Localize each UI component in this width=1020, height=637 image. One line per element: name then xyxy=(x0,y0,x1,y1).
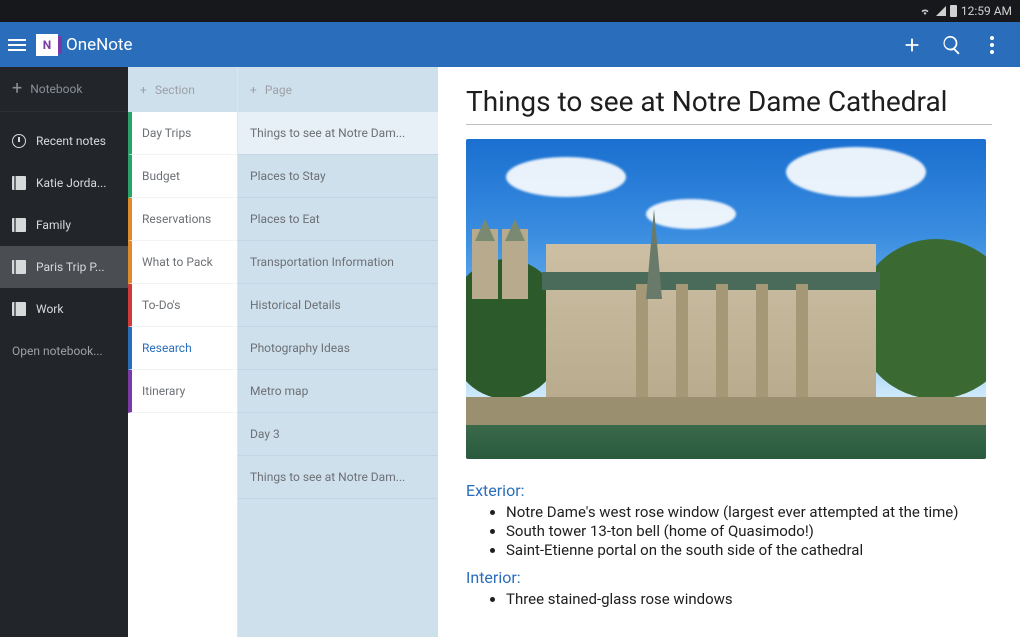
page-item[interactable]: Historical Details xyxy=(238,284,438,327)
page-item[interactable]: Places to Eat xyxy=(238,198,438,241)
add-notebook-label: Notebook xyxy=(30,82,82,96)
list-item: Three stained-glass rose windows xyxy=(506,590,992,608)
section-item[interactable]: Day Trips xyxy=(128,112,237,155)
section-item[interactable]: To-Do's xyxy=(128,284,237,327)
notebook-column: + Notebook Recent notes Katie Jorda... Fam… xyxy=(0,67,128,637)
book-icon xyxy=(12,260,26,274)
notebook-item[interactable]: Recent notes xyxy=(0,120,128,162)
section-item[interactable]: What to Pack xyxy=(128,241,237,284)
battery-icon xyxy=(950,5,957,17)
plus-icon: + xyxy=(250,83,257,97)
notebook-label: Work xyxy=(36,302,63,316)
section-heading-exterior: Exterior: xyxy=(466,481,992,500)
page-item[interactable]: Places to Stay xyxy=(238,155,438,198)
overflow-menu-button[interactable] xyxy=(972,25,1012,65)
add-notebook-button[interactable]: + Notebook xyxy=(0,67,128,112)
clock-text: 12:59 AM xyxy=(961,4,1012,18)
page-content[interactable]: Things to see at Notre Dame Cathedral Ex… xyxy=(438,67,1020,637)
notebook-label: Recent notes xyxy=(36,134,106,148)
exterior-list: Notre Dame's west rose window (largest e… xyxy=(506,502,992,560)
notebook-label: Katie Jorda... xyxy=(36,176,106,190)
list-item: Saint-Etienne portal on the south side o… xyxy=(506,541,992,559)
signal-icon xyxy=(936,6,946,16)
add-page-button[interactable]: + Page xyxy=(238,67,438,112)
app-bar: N OneNote xyxy=(0,22,1020,67)
notebook-label: Paris Trip P... xyxy=(36,260,105,274)
notebook-item[interactable]: Family xyxy=(0,204,128,246)
add-button[interactable] xyxy=(892,25,932,65)
section-heading-interior: Interior: xyxy=(466,568,992,587)
hamburger-icon[interactable] xyxy=(8,39,26,51)
list-item: Notre Dame's west rose window (largest e… xyxy=(506,503,992,521)
list-item: South tower 13-ton bell (home of Quasimo… xyxy=(506,522,992,540)
search-button[interactable] xyxy=(932,25,972,65)
section-item[interactable]: Itinerary xyxy=(128,370,237,413)
notebook-item[interactable]: Paris Trip P... xyxy=(0,246,128,288)
page-title[interactable]: Things to see at Notre Dame Cathedral xyxy=(466,85,992,125)
notebook-label: Family xyxy=(36,218,71,232)
add-page-label: Page xyxy=(265,83,292,97)
notebook-item[interactable]: Work xyxy=(0,288,128,330)
page-item[interactable]: Metro map xyxy=(238,370,438,413)
section-item[interactable]: Budget xyxy=(128,155,237,198)
wifi-icon xyxy=(918,5,932,17)
interior-list: Three stained-glass rose windows xyxy=(506,589,992,609)
page-item[interactable]: Photography Ideas xyxy=(238,327,438,370)
android-status-bar: 12:59 AM xyxy=(0,0,1020,22)
page-item[interactable]: Transportation Information xyxy=(238,241,438,284)
page-item[interactable]: Things to see at Notre Dam... xyxy=(238,112,438,155)
book-icon xyxy=(12,176,26,190)
app-title: OneNote xyxy=(66,35,133,55)
add-section-label: Section xyxy=(155,83,195,97)
section-item[interactable]: Research xyxy=(128,327,237,370)
clock-icon xyxy=(12,134,26,148)
plus-icon: + xyxy=(140,83,147,97)
add-section-button[interactable]: + Section xyxy=(128,67,237,112)
section-column: + Section Day TripsBudgetReservationsWha… xyxy=(128,67,238,637)
notebook-item[interactable]: Katie Jorda... xyxy=(0,162,128,204)
section-item[interactable]: Reservations xyxy=(128,198,237,241)
book-icon xyxy=(12,218,26,232)
onenote-logo-icon: N xyxy=(36,34,58,56)
plus-icon: + xyxy=(12,80,22,98)
page-item[interactable]: Things to see at Notre Dam... xyxy=(238,456,438,499)
open-notebook-button[interactable]: Open notebook... xyxy=(0,330,128,372)
page-item[interactable]: Day 3 xyxy=(238,413,438,456)
book-icon xyxy=(12,302,26,316)
page-column: + Page Things to see at Notre Dam...Plac… xyxy=(238,67,438,637)
notre-dame-image xyxy=(466,139,986,459)
